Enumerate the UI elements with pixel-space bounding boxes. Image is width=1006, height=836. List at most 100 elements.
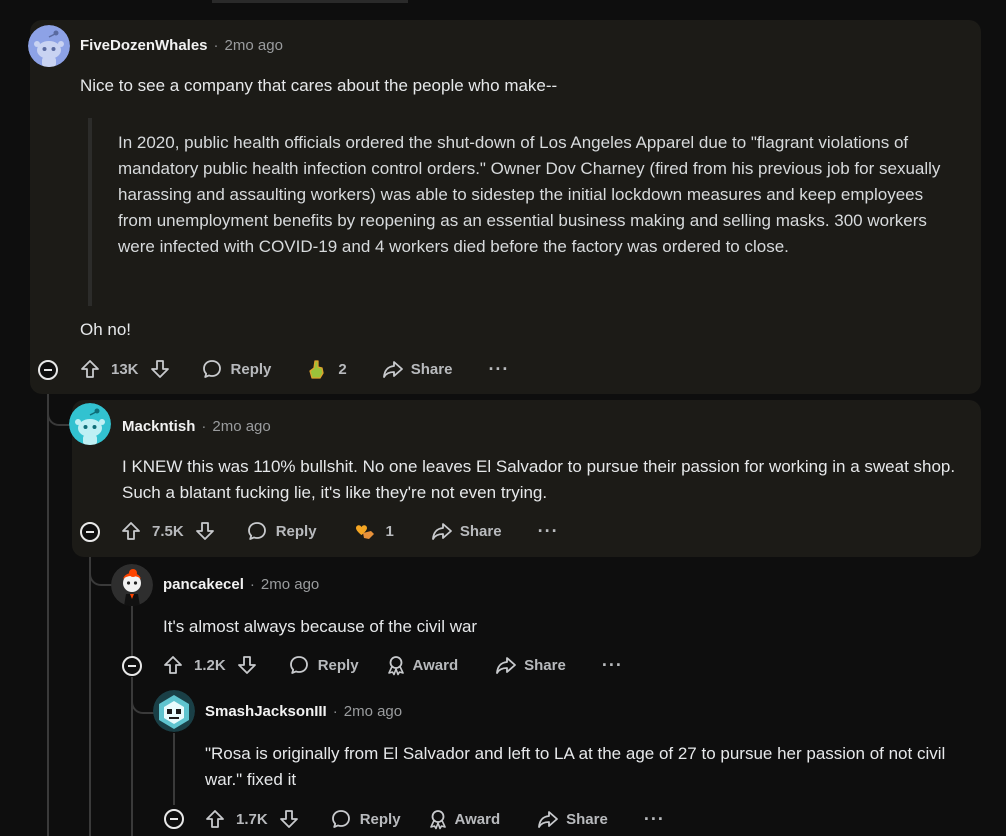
downvote-button[interactable] bbox=[278, 808, 300, 830]
comment-text: Nice to see a company that cares about t… bbox=[80, 76, 558, 95]
comment-text: It's almost always because of the civil … bbox=[163, 617, 478, 636]
share-label: Share bbox=[459, 522, 502, 540]
upvote-button[interactable] bbox=[79, 358, 101, 380]
comment-meta: FiveDozenWhales · 2mo ago bbox=[80, 37, 283, 54]
thread-line-level-3[interactable] bbox=[131, 606, 133, 656]
vote-count: 7.5K bbox=[152, 522, 184, 540]
reply-button[interactable]: Reply bbox=[288, 654, 359, 676]
award-button[interactable]: Award bbox=[427, 808, 501, 830]
comment-closing-text: Oh no! bbox=[80, 320, 132, 339]
meta-separator: · bbox=[249, 576, 255, 593]
award-icon bbox=[387, 656, 404, 676]
downvote-icon bbox=[279, 810, 298, 828]
username[interactable]: pancakecel bbox=[163, 576, 244, 593]
award-count: 2 bbox=[338, 360, 347, 378]
comment-meta: Mackntish · 2mo ago bbox=[122, 418, 271, 435]
reply-icon bbox=[247, 522, 266, 540]
award-button[interactable]: 2 bbox=[305, 357, 347, 381]
more-options-button[interactable]: ··· bbox=[644, 809, 665, 830]
downvote-button[interactable] bbox=[194, 520, 216, 542]
thread-line-level-4[interactable] bbox=[173, 733, 175, 805]
robot-avatar-icon[interactable] bbox=[153, 690, 195, 732]
meta-separator: · bbox=[213, 37, 219, 54]
upvote-icon bbox=[164, 656, 182, 674]
timestamp[interactable]: 2mo ago bbox=[261, 576, 319, 593]
share-button[interactable]: Share bbox=[430, 520, 502, 542]
comment-actions: 1.2K Reply Award Share ··· bbox=[162, 651, 623, 679]
share-icon bbox=[538, 811, 559, 828]
thread-elbow bbox=[89, 558, 113, 586]
username[interactable]: Mackntish bbox=[122, 418, 195, 435]
downvote-button[interactable] bbox=[236, 654, 258, 676]
award-button[interactable]: Award bbox=[385, 654, 459, 676]
timestamp[interactable]: 2mo ago bbox=[212, 418, 270, 435]
snoo-avatar-icon[interactable] bbox=[28, 25, 70, 67]
upvote-button[interactable] bbox=[204, 808, 226, 830]
snoo-avatar-icon[interactable] bbox=[69, 403, 111, 445]
award-count: 1 bbox=[385, 522, 394, 540]
downvote-icon bbox=[195, 522, 214, 540]
meta-separator: · bbox=[201, 418, 207, 435]
meta-separator: · bbox=[332, 703, 338, 720]
upvote-icon bbox=[122, 522, 140, 540]
timestamp[interactable]: 2mo ago bbox=[225, 37, 283, 54]
share-icon bbox=[382, 361, 403, 378]
vote-count: 13K bbox=[111, 360, 139, 378]
timestamp[interactable]: 2mo ago bbox=[344, 703, 402, 720]
upvote-button[interactable] bbox=[120, 520, 142, 542]
custom-avatar-icon[interactable] bbox=[111, 564, 153, 606]
award-icon bbox=[429, 810, 446, 830]
downvote-button[interactable] bbox=[149, 358, 171, 380]
heart-hand-award-icon bbox=[355, 525, 374, 539]
share-button[interactable]: Share bbox=[494, 654, 566, 676]
reply-icon bbox=[202, 360, 221, 378]
share-label: Share bbox=[566, 810, 608, 828]
reply-icon bbox=[289, 656, 308, 674]
username[interactable]: FiveDozenWhales bbox=[80, 37, 208, 54]
hand-award-icon bbox=[309, 360, 325, 379]
thread-elbow bbox=[47, 390, 71, 426]
collapse-thread-button[interactable] bbox=[164, 809, 184, 829]
comment-meta: pancakecel · 2mo ago bbox=[163, 576, 319, 593]
comment-actions: 13K Reply 2 Share ··· bbox=[79, 355, 509, 383]
upvote-icon bbox=[206, 810, 224, 828]
reply-label: Reply bbox=[275, 522, 317, 540]
username[interactable]: SmashJacksonIII bbox=[205, 703, 327, 720]
comment-text: I KNEW this was 110% bullshit. No one le… bbox=[122, 457, 956, 502]
reply-button[interactable]: Reply bbox=[201, 358, 272, 380]
top-divider bbox=[212, 0, 408, 3]
upvote-button[interactable] bbox=[162, 654, 184, 676]
comment-actions: 7.5K Reply 1 Share ··· bbox=[120, 517, 559, 545]
blockquote: In 2020, public health officials ordered… bbox=[88, 118, 956, 306]
more-options-button[interactable]: ··· bbox=[488, 359, 509, 380]
thread-line-level-2-continued[interactable] bbox=[89, 545, 91, 836]
reply-label: Reply bbox=[317, 656, 359, 674]
reply-label: Reply bbox=[359, 810, 401, 828]
share-button[interactable]: Share bbox=[536, 808, 608, 830]
share-icon bbox=[496, 657, 517, 674]
reply-label: Reply bbox=[230, 360, 272, 378]
share-icon bbox=[431, 523, 452, 540]
more-options-button[interactable]: ··· bbox=[538, 521, 559, 542]
collapse-thread-button[interactable] bbox=[38, 360, 58, 380]
collapse-thread-button[interactable] bbox=[80, 522, 100, 542]
award-label: Award bbox=[454, 810, 501, 828]
downvote-icon bbox=[237, 656, 256, 674]
vote-count: 1.7K bbox=[236, 810, 268, 828]
upvote-icon bbox=[81, 360, 99, 378]
more-options-button[interactable]: ··· bbox=[602, 655, 623, 676]
award-button[interactable]: 1 bbox=[353, 519, 394, 543]
reply-icon bbox=[331, 810, 350, 828]
share-label: Share bbox=[524, 656, 566, 674]
thread-line-level-1-continued[interactable] bbox=[47, 386, 49, 836]
share-button[interactable]: Share bbox=[381, 358, 453, 380]
vote-count: 1.2K bbox=[194, 656, 226, 674]
reply-button[interactable]: Reply bbox=[246, 520, 317, 542]
comment-actions: 1.7K Reply Award Share ··· bbox=[204, 805, 665, 833]
share-label: Share bbox=[410, 360, 453, 378]
reply-button[interactable]: Reply bbox=[330, 808, 401, 830]
collapse-thread-button[interactable] bbox=[122, 656, 142, 676]
thread-elbow bbox=[131, 686, 155, 714]
comment-meta: SmashJacksonIII · 2mo ago bbox=[205, 703, 402, 720]
award-label: Award bbox=[412, 656, 459, 674]
